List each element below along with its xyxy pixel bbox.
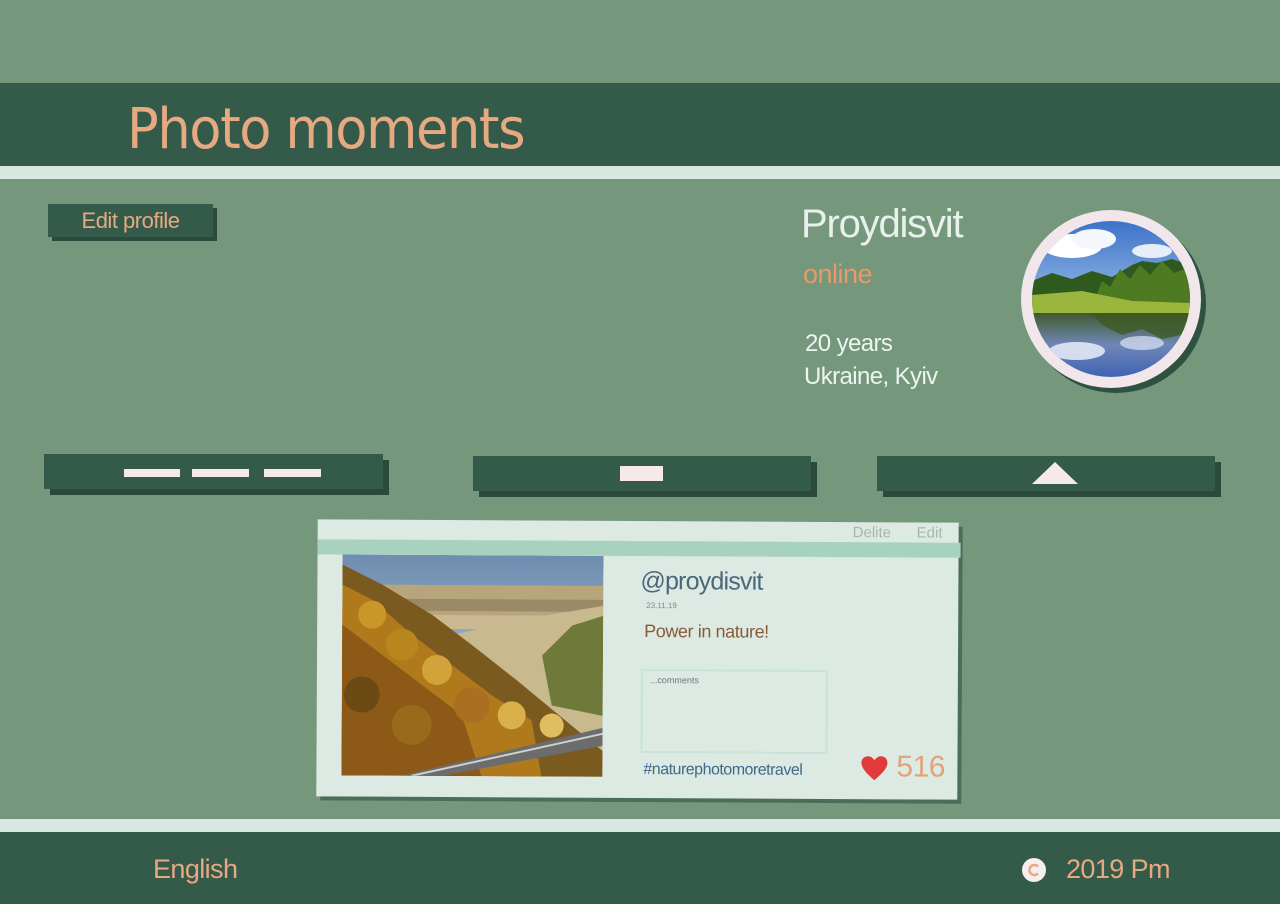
copyright-text: 2019 Pm [1066,854,1170,884]
dash-icon [124,469,180,477]
delete-post-button[interactable]: Delite [853,524,891,541]
profile-age: 20 years [805,330,893,357]
site-title: Photo moments [127,97,526,162]
footer-divider [0,819,1280,832]
comment-input[interactable] [640,669,828,754]
profile-username: Proydisvit [801,202,964,246]
avatar[interactable] [1021,210,1201,388]
nav-button-up[interactable] [877,456,1215,491]
profile-location: Ukraine, Kyiv [804,363,938,390]
dash-icon [264,469,321,477]
heart-icon[interactable] [860,755,888,781]
like-count: 516 [896,750,946,784]
copyright-icon [1022,858,1046,882]
landscape-avatar-image [1032,221,1190,377]
online-status: online [803,259,873,289]
post-date: 23.11.19 [646,601,677,611]
post-caption: Power in nature! [644,621,769,642]
edit-post-button[interactable]: Edit [917,524,943,541]
language-selector[interactable]: English [153,854,238,885]
nav-button-list[interactable] [44,454,383,489]
square-icon [620,466,663,481]
triangle-up-icon [1032,462,1078,484]
post-photo[interactable] [341,554,604,777]
edit-profile-button[interactable]: Edit profile [48,204,213,237]
dash-icon [192,469,249,477]
post-author-handle[interactable]: @proydisvit [640,567,762,597]
post-card: Delite Edit @proydisvit 23.11.19 Power i… [316,519,961,800]
header-divider [0,166,1280,179]
nav-button-grid[interactable] [473,456,811,491]
post-hashtag[interactable]: #naturephotomoretravel [643,761,802,780]
